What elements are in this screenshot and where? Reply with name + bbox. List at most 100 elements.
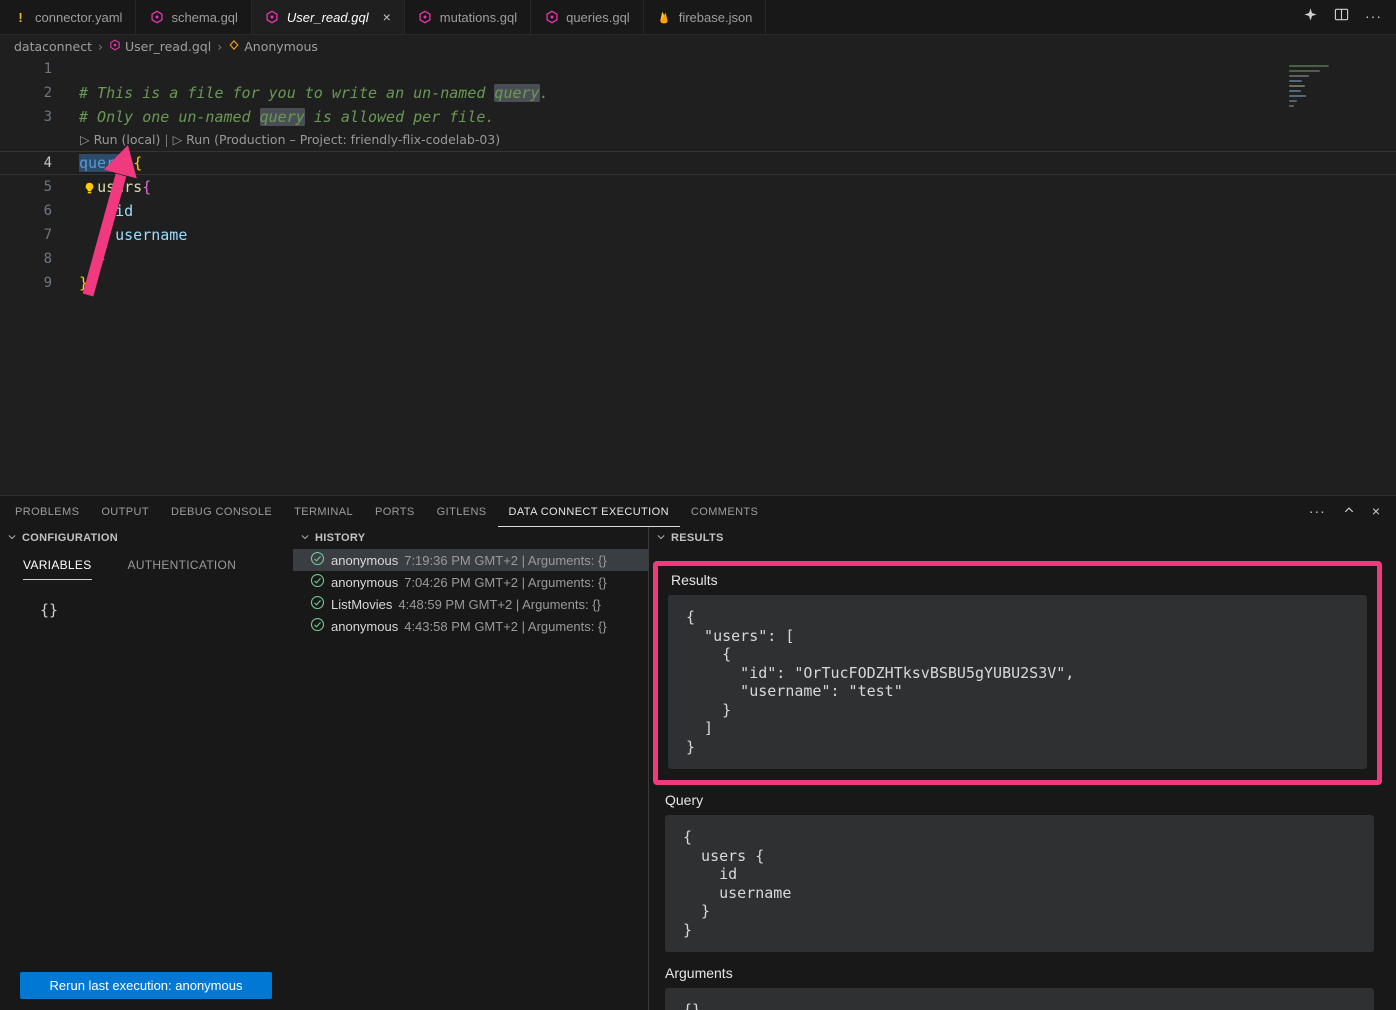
code-block-line: }: [686, 701, 1349, 720]
code-block-line: {}: [683, 1001, 1356, 1010]
minimap[interactable]: [1286, 59, 1396, 179]
check-icon: [310, 573, 325, 591]
code-line-5: 5 users{: [0, 175, 1396, 199]
lightbulb-icon[interactable]: [82, 179, 97, 194]
results-title: RESULTS: [671, 532, 724, 544]
configuration-tabs: VARIABLES AUTHENTICATION: [23, 558, 293, 580]
results-label: Results: [671, 572, 1367, 588]
code-block-line: {: [686, 608, 1349, 627]
results-json-block: { "users": [ { "id": "OrTucFODZHTksvBSBU…: [668, 595, 1367, 769]
sparkle-icon[interactable]: [1303, 7, 1318, 27]
results-section: RESULTS Results { "users": [ { "id": "Or…: [648, 527, 1396, 1010]
breadcrumb-separator: ›: [217, 39, 222, 54]
breadcrumb-item-dataconnect[interactable]: dataconnect: [14, 39, 92, 54]
panel-tab-output[interactable]: OUTPUT: [90, 496, 160, 527]
panel-tab-gitlens[interactable]: GITLENS: [426, 496, 498, 527]
code-block-line: id: [683, 865, 1356, 884]
code-area[interactable]: 12# This is a file for you to write an u…: [0, 57, 1396, 295]
split-editor-icon[interactable]: [1334, 7, 1349, 27]
code-line-6: 6 id: [0, 199, 1396, 223]
results-header[interactable]: RESULTS: [649, 527, 1396, 549]
breadcrumb: dataconnect›User_read.gql›Anonymous: [0, 35, 1396, 57]
line-number: 4: [0, 151, 68, 175]
line-number: 8: [0, 247, 68, 271]
config-tab-authentication[interactable]: AUTHENTICATION: [128, 558, 237, 580]
panel-tab-problems[interactable]: PROBLEMS: [4, 496, 90, 527]
code-text: }: [68, 247, 106, 271]
panel-tab-terminal[interactable]: TERMINAL: [283, 496, 364, 527]
panel-close-icon[interactable]: ×: [1372, 503, 1381, 521]
panel-tab-bar: PROBLEMSOUTPUTDEBUG CONSOLETERMINALPORTS…: [0, 496, 1396, 527]
graphql-icon: [149, 10, 164, 25]
tab-label: schema.gql: [171, 10, 237, 25]
more-actions-icon[interactable]: ···: [1365, 8, 1382, 26]
check-icon: [310, 551, 325, 569]
tab-connector.yaml[interactable]: !connector.yaml: [0, 0, 136, 34]
history-item-name: ListMovies: [331, 597, 392, 612]
run-local-link[interactable]: ▷ Run (local): [80, 132, 160, 147]
editor: 12# This is a file for you to write an u…: [0, 57, 1396, 495]
codelens-separator: |: [160, 132, 172, 147]
breadcrumb-item-User_read.gql[interactable]: User_read.gql: [109, 39, 211, 54]
graphql-icon: [544, 10, 559, 25]
panel-maximize-icon[interactable]: [1343, 503, 1355, 521]
tab-label: firebase.json: [679, 10, 753, 25]
panel-actions: ··· ×: [1309, 496, 1396, 527]
code-text: id: [68, 199, 133, 223]
history-item-name: anonymous: [331, 619, 398, 634]
code-block-line: }: [683, 921, 1356, 940]
code-block-line: username: [683, 884, 1356, 903]
close-icon[interactable]: ×: [383, 10, 391, 24]
history-item[interactable]: anonymous 4:43:58 PM GMT+2 | Arguments: {…: [293, 615, 648, 637]
line-number: 2: [0, 81, 68, 105]
history-item[interactable]: anonymous7:04:26 PM GMT+2 | Arguments: {…: [293, 571, 648, 593]
graphql-icon: [418, 10, 433, 25]
panel-tab-data-connect-execution[interactable]: DATA CONNECT EXECUTION: [498, 496, 680, 527]
history-item[interactable]: ListMovies4:48:59 PM GMT+2 | Arguments: …: [293, 593, 648, 615]
code-line-2: 2# This is a file for you to write an un…: [0, 81, 1396, 105]
history-item-detail: 4:43:58 PM GMT+2 | Arguments: {}: [404, 619, 606, 634]
config-tab-variables[interactable]: VARIABLES: [23, 558, 92, 580]
breadcrumb-item-Anonymous[interactable]: Anonymous: [228, 39, 318, 54]
code-block-line: {: [683, 828, 1356, 847]
breadcrumb-label: dataconnect: [14, 39, 92, 54]
configuration-title: CONFIGURATION: [22, 532, 118, 544]
panel-more-icon[interactable]: ···: [1309, 503, 1326, 521]
panel-tab-debug-console[interactable]: DEBUG CONSOLE: [160, 496, 283, 527]
panel-body: CONFIGURATION VARIABLES AUTHENTICATION {}…: [0, 527, 1396, 1010]
tab-schema.gql[interactable]: schema.gql: [136, 0, 251, 34]
line-number: 9: [0, 271, 68, 295]
configuration-header[interactable]: CONFIGURATION: [0, 527, 293, 549]
code-text: # Only one un-named query is allowed per…: [68, 105, 494, 129]
history-item-name: anonymous: [331, 575, 398, 590]
history-item[interactable]: anonymous7:19:36 PM GMT+2 | Arguments: {…: [293, 549, 648, 571]
tab-label: mutations.gql: [440, 10, 517, 25]
graphql-icon: [265, 10, 280, 25]
code-text: # This is a file for you to write an un-…: [68, 81, 549, 105]
check-icon: [310, 595, 325, 613]
history-header[interactable]: HISTORY: [293, 527, 648, 549]
variables-editor[interactable]: {}: [40, 601, 293, 619]
code-line-1: 1: [0, 57, 1396, 81]
tab-queries.gql[interactable]: queries.gql: [531, 0, 644, 34]
rerun-button[interactable]: Rerun last execution: anonymous: [20, 972, 272, 999]
results-content: Results { "users": [ { "id": "OrTucFODZH…: [649, 549, 1396, 1010]
panel-tab-strip: PROBLEMSOUTPUTDEBUG CONSOLETERMINALPORTS…: [4, 496, 769, 527]
tab-firebase.json[interactable]: firebase.json: [644, 0, 767, 34]
bottom-panel: PROBLEMSOUTPUTDEBUG CONSOLETERMINALPORTS…: [0, 495, 1396, 1010]
tab-mutations.gql[interactable]: mutations.gql: [405, 0, 531, 34]
code-block-line: users {: [683, 847, 1356, 866]
panel-tab-comments[interactable]: COMMENTS: [680, 496, 769, 527]
query-code-block: { users { id username }}: [665, 815, 1374, 952]
tab-User_read.gql[interactable]: User_read.gql×: [252, 0, 405, 34]
code-block-line: "users": [: [686, 627, 1349, 646]
configuration-section: CONFIGURATION VARIABLES AUTHENTICATION {}…: [0, 527, 293, 1010]
graphql-icon: [109, 39, 121, 54]
tab-strip: !connector.yaml schema.gql User_read.gql× m…: [0, 0, 766, 34]
code-line-9: 9}: [0, 271, 1396, 295]
run-production-link[interactable]: ▷ Run (Production – Project: friendly-fl…: [173, 132, 501, 147]
code-block-line: "id": "OrTucFODZHTksvBSBU5gYUBU2S3V",: [686, 664, 1349, 683]
code-block-line: ]: [686, 719, 1349, 738]
line-number: 5: [0, 175, 68, 199]
panel-tab-ports[interactable]: PORTS: [364, 496, 426, 527]
